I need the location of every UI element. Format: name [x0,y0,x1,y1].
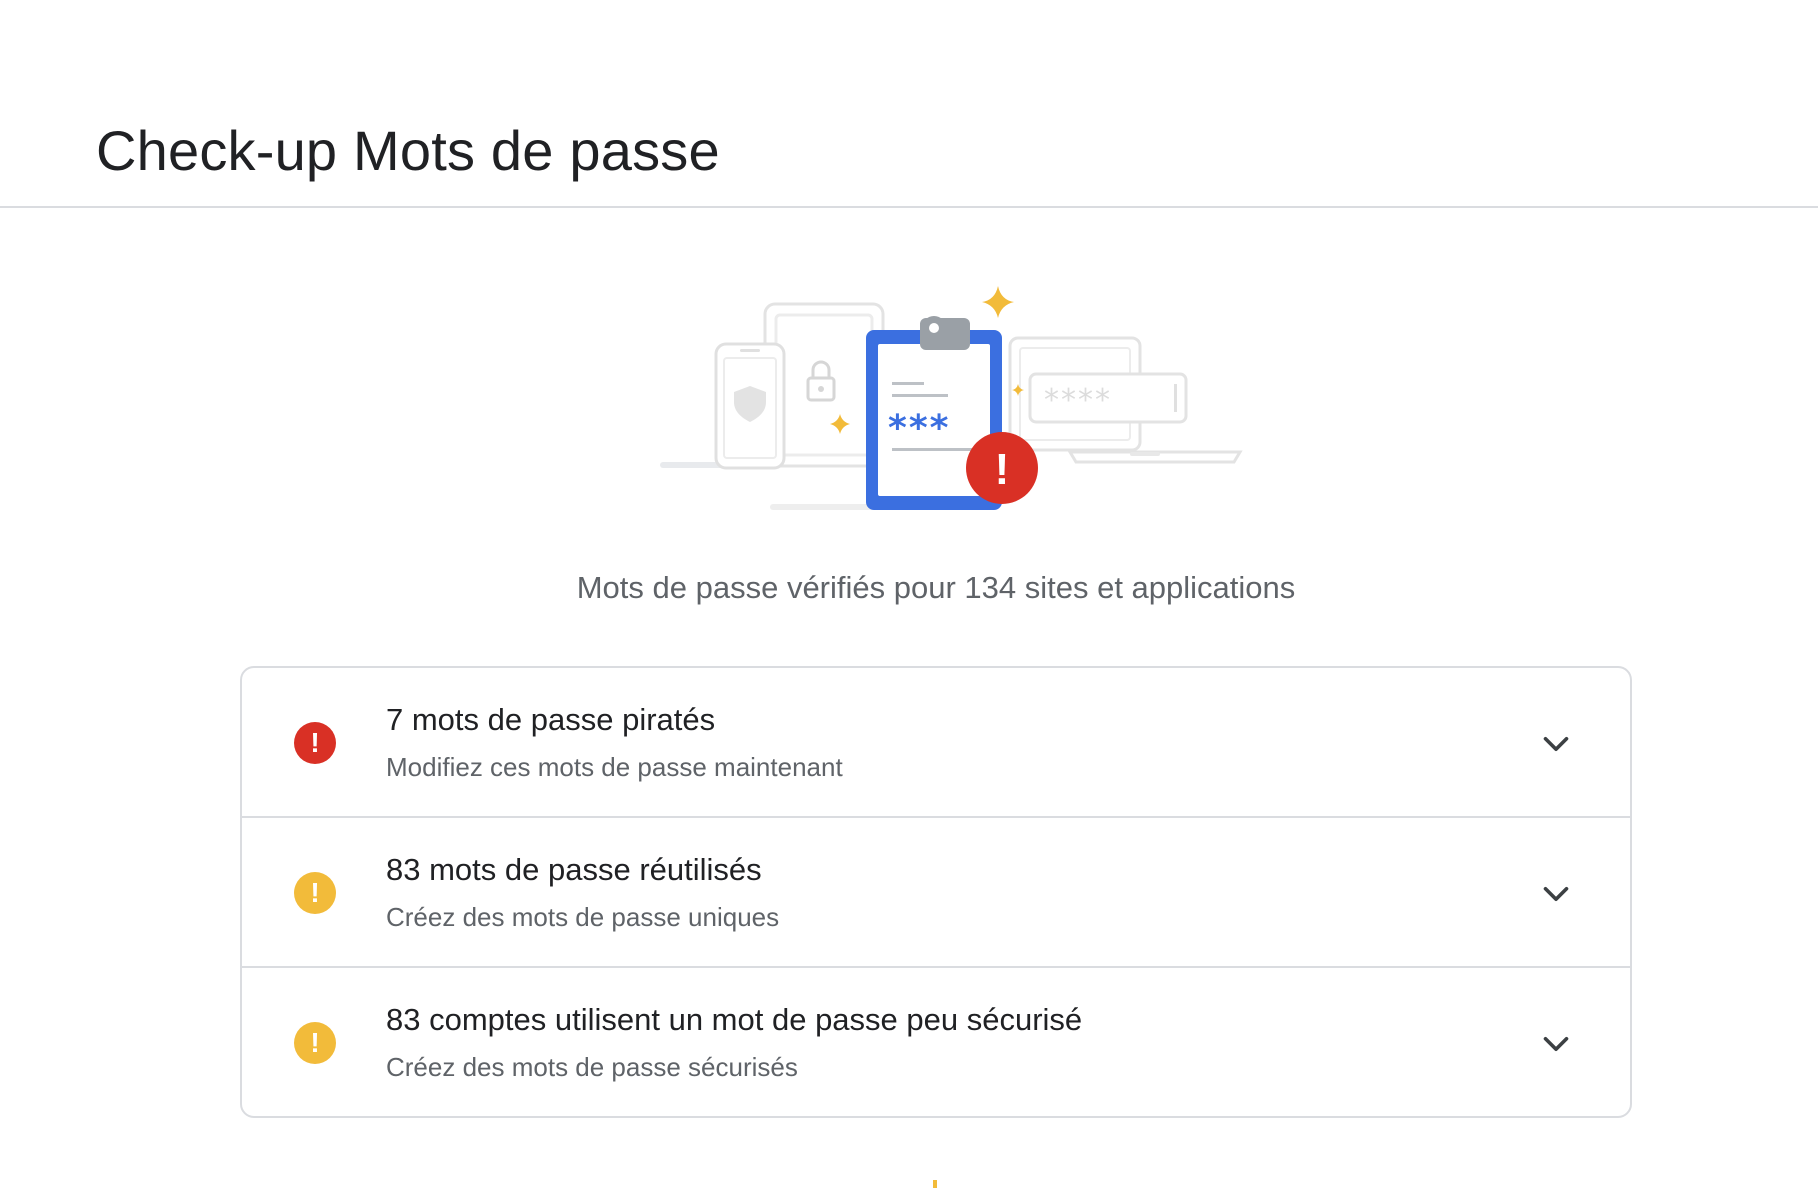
page-title: Check-up Mots de passe [96,119,720,182]
issue-title: 83 comptes utilisent un mot de passe peu… [386,1002,1083,1037]
warning-icon: ! [294,872,336,914]
chevron-down-icon[interactable] [1538,876,1574,912]
password-checkup-page: Check-up Mots de passe **** *** ! Mots d… [0,0,1818,1188]
password-checkup-illustration: **** *** ! [660,286,1243,510]
error-icon: ! [294,722,336,764]
issue-subtitle: Modifiez ces mots de passe maintenant [386,752,843,782]
issue-subtitle: Créez des mots de passe sécurisés [386,1052,798,1082]
issue-title: 7 mots de passe piratés [386,702,716,737]
loading-indicator [933,1180,937,1188]
svg-text:!: ! [995,445,1010,494]
warning-icon: ! [294,1022,336,1064]
phone-icon [714,342,786,470]
issue-row-weak[interactable]: ! 83 comptes utilisent un mot de passe p… [242,968,1630,1116]
issue-row-reused[interactable]: ! 83 mots de passe réutilisés Créez des … [242,818,1630,968]
chevron-down-icon[interactable] [1538,726,1574,762]
issue-subtitle: Créez des mots de passe uniques [386,902,780,932]
chevron-down-icon[interactable] [1538,1026,1574,1062]
password-field-icon: **** [1028,372,1188,424]
issue-row-compromised[interactable]: ! 7 mots de passe piratés Modifiez ces m… [242,668,1630,818]
sparkle-icon [982,286,1014,318]
summary-text: Mots de passe vérifiés pour 134 sites et… [576,570,1296,605]
svg-text:***: *** [888,408,950,449]
svg-text:****: **** [1044,383,1112,418]
page-header: Check-up Mots de passe [0,0,1818,208]
alert-badge-icon: ! [966,432,1038,504]
issue-title: 83 mots de passe réutilisés [386,852,762,887]
issues-card: ! 7 mots de passe piratés Modifiez ces m… [240,666,1632,1118]
